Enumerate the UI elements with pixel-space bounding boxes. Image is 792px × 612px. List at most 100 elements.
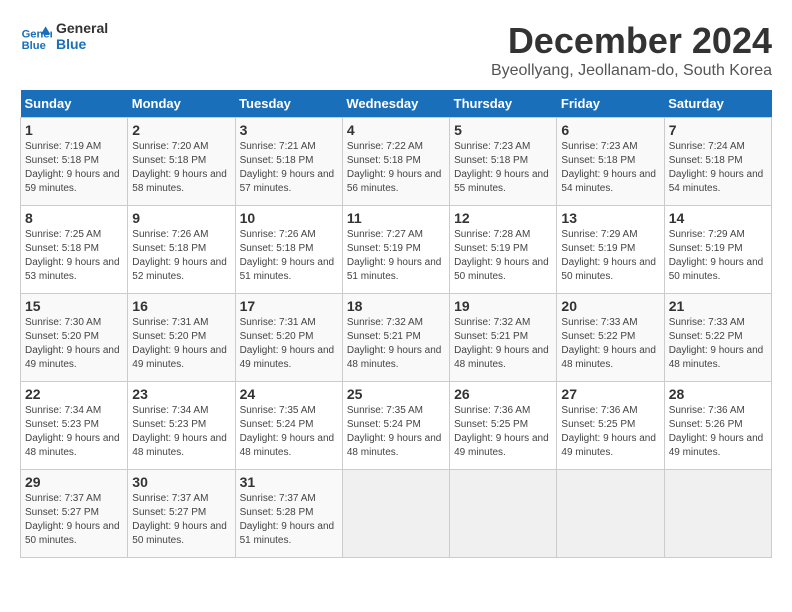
day-info: Sunrise: 7:23 AM Sunset: 5:18 PM Dayligh… [561,140,659,196]
day-info: Sunrise: 7:29 AM Sunset: 5:19 PM Dayligh… [561,228,659,284]
day-number: 24 [240,386,338,402]
day-info: Sunrise: 7:37 AM Sunset: 5:27 PM Dayligh… [25,492,123,548]
table-row: 3 Sunrise: 7:21 AM Sunset: 5:18 PM Dayli… [235,118,342,206]
table-row: 7 Sunrise: 7:24 AM Sunset: 5:18 PM Dayli… [664,118,771,206]
calendar-header-sunday: Sunday [21,90,128,118]
day-number: 23 [132,386,230,402]
table-row: 15 Sunrise: 7:30 AM Sunset: 5:20 PM Dayl… [21,294,128,382]
table-row [557,470,664,558]
calendar-header-wednesday: Wednesday [342,90,449,118]
day-number: 25 [347,386,445,402]
day-info: Sunrise: 7:27 AM Sunset: 5:19 PM Dayligh… [347,228,445,284]
day-info: Sunrise: 7:25 AM Sunset: 5:18 PM Dayligh… [25,228,123,284]
table-row: 1 Sunrise: 7:19 AM Sunset: 5:18 PM Dayli… [21,118,128,206]
logo-general: General [56,20,108,36]
day-number: 11 [347,210,445,226]
calendar-body: 1 Sunrise: 7:19 AM Sunset: 5:18 PM Dayli… [21,118,772,558]
table-row: 11 Sunrise: 7:27 AM Sunset: 5:19 PM Dayl… [342,206,449,294]
logo-blue: Blue [56,36,108,52]
day-number: 3 [240,122,338,138]
day-info: Sunrise: 7:23 AM Sunset: 5:18 PM Dayligh… [454,140,552,196]
day-info: Sunrise: 7:24 AM Sunset: 5:18 PM Dayligh… [669,140,767,196]
day-info: Sunrise: 7:31 AM Sunset: 5:20 PM Dayligh… [240,316,338,372]
day-info: Sunrise: 7:21 AM Sunset: 5:18 PM Dayligh… [240,140,338,196]
day-info: Sunrise: 7:32 AM Sunset: 5:21 PM Dayligh… [347,316,445,372]
day-number: 18 [347,298,445,314]
day-info: Sunrise: 7:35 AM Sunset: 5:24 PM Dayligh… [240,404,338,460]
day-number: 31 [240,474,338,490]
day-number: 6 [561,122,659,138]
day-info: Sunrise: 7:20 AM Sunset: 5:18 PM Dayligh… [132,140,230,196]
day-number: 29 [25,474,123,490]
day-number: 20 [561,298,659,314]
table-row [664,470,771,558]
table-row: 8 Sunrise: 7:25 AM Sunset: 5:18 PM Dayli… [21,206,128,294]
calendar-header-thursday: Thursday [450,90,557,118]
table-row: 5 Sunrise: 7:23 AM Sunset: 5:18 PM Dayli… [450,118,557,206]
day-number: 28 [669,386,767,402]
table-row [450,470,557,558]
table-row: 23 Sunrise: 7:34 AM Sunset: 5:23 PM Dayl… [128,382,235,470]
table-row: 2 Sunrise: 7:20 AM Sunset: 5:18 PM Dayli… [128,118,235,206]
day-number: 2 [132,122,230,138]
table-row: 31 Sunrise: 7:37 AM Sunset: 5:28 PM Dayl… [235,470,342,558]
title-block: December 2024 Byeollyang, Jeollanam-do, … [491,20,772,80]
day-info: Sunrise: 7:35 AM Sunset: 5:24 PM Dayligh… [347,404,445,460]
day-number: 12 [454,210,552,226]
day-info: Sunrise: 7:36 AM Sunset: 5:25 PM Dayligh… [454,404,552,460]
table-row: 9 Sunrise: 7:26 AM Sunset: 5:18 PM Dayli… [128,206,235,294]
table-row: 30 Sunrise: 7:37 AM Sunset: 5:27 PM Dayl… [128,470,235,558]
table-row: 17 Sunrise: 7:31 AM Sunset: 5:20 PM Dayl… [235,294,342,382]
day-number: 4 [347,122,445,138]
month-title: December 2024 [491,20,772,62]
calendar-header-monday: Monday [128,90,235,118]
day-info: Sunrise: 7:19 AM Sunset: 5:18 PM Dayligh… [25,140,123,196]
day-info: Sunrise: 7:26 AM Sunset: 5:18 PM Dayligh… [132,228,230,284]
day-info: Sunrise: 7:31 AM Sunset: 5:20 PM Dayligh… [132,316,230,372]
table-row: 26 Sunrise: 7:36 AM Sunset: 5:25 PM Dayl… [450,382,557,470]
day-info: Sunrise: 7:36 AM Sunset: 5:26 PM Dayligh… [669,404,767,460]
svg-text:Blue: Blue [22,40,46,52]
day-number: 14 [669,210,767,226]
table-row: 4 Sunrise: 7:22 AM Sunset: 5:18 PM Dayli… [342,118,449,206]
table-row: 12 Sunrise: 7:28 AM Sunset: 5:19 PM Dayl… [450,206,557,294]
calendar-week-2: 8 Sunrise: 7:25 AM Sunset: 5:18 PM Dayli… [21,206,772,294]
calendar-header-friday: Friday [557,90,664,118]
day-number: 10 [240,210,338,226]
page-header: General Blue General Blue December 2024 … [20,20,772,80]
day-number: 9 [132,210,230,226]
day-info: Sunrise: 7:26 AM Sunset: 5:18 PM Dayligh… [240,228,338,284]
calendar-week-4: 22 Sunrise: 7:34 AM Sunset: 5:23 PM Dayl… [21,382,772,470]
table-row: 16 Sunrise: 7:31 AM Sunset: 5:20 PM Dayl… [128,294,235,382]
table-row: 29 Sunrise: 7:37 AM Sunset: 5:27 PM Dayl… [21,470,128,558]
calendar-header-tuesday: Tuesday [235,90,342,118]
day-number: 1 [25,122,123,138]
day-number: 27 [561,386,659,402]
table-row: 14 Sunrise: 7:29 AM Sunset: 5:19 PM Dayl… [664,206,771,294]
day-info: Sunrise: 7:29 AM Sunset: 5:19 PM Dayligh… [669,228,767,284]
day-info: Sunrise: 7:22 AM Sunset: 5:18 PM Dayligh… [347,140,445,196]
table-row: 25 Sunrise: 7:35 AM Sunset: 5:24 PM Dayl… [342,382,449,470]
day-info: Sunrise: 7:30 AM Sunset: 5:20 PM Dayligh… [25,316,123,372]
table-row: 24 Sunrise: 7:35 AM Sunset: 5:24 PM Dayl… [235,382,342,470]
day-info: Sunrise: 7:34 AM Sunset: 5:23 PM Dayligh… [132,404,230,460]
table-row: 21 Sunrise: 7:33 AM Sunset: 5:22 PM Dayl… [664,294,771,382]
day-number: 26 [454,386,552,402]
calendar-week-3: 15 Sunrise: 7:30 AM Sunset: 5:20 PM Dayl… [21,294,772,382]
day-number: 17 [240,298,338,314]
day-number: 13 [561,210,659,226]
table-row: 18 Sunrise: 7:32 AM Sunset: 5:21 PM Dayl… [342,294,449,382]
day-number: 7 [669,122,767,138]
day-info: Sunrise: 7:32 AM Sunset: 5:21 PM Dayligh… [454,316,552,372]
calendar-week-5: 29 Sunrise: 7:37 AM Sunset: 5:27 PM Dayl… [21,470,772,558]
day-info: Sunrise: 7:36 AM Sunset: 5:25 PM Dayligh… [561,404,659,460]
table-row: 6 Sunrise: 7:23 AM Sunset: 5:18 PM Dayli… [557,118,664,206]
table-row: 22 Sunrise: 7:34 AM Sunset: 5:23 PM Dayl… [21,382,128,470]
day-info: Sunrise: 7:33 AM Sunset: 5:22 PM Dayligh… [561,316,659,372]
table-row: 28 Sunrise: 7:36 AM Sunset: 5:26 PM Dayl… [664,382,771,470]
day-number: 5 [454,122,552,138]
location-subtitle: Byeollyang, Jeollanam-do, South Korea [491,62,772,80]
calendar-table: SundayMondayTuesdayWednesdayThursdayFrid… [20,90,772,558]
calendar-header-saturday: Saturday [664,90,771,118]
table-row: 13 Sunrise: 7:29 AM Sunset: 5:19 PM Dayl… [557,206,664,294]
